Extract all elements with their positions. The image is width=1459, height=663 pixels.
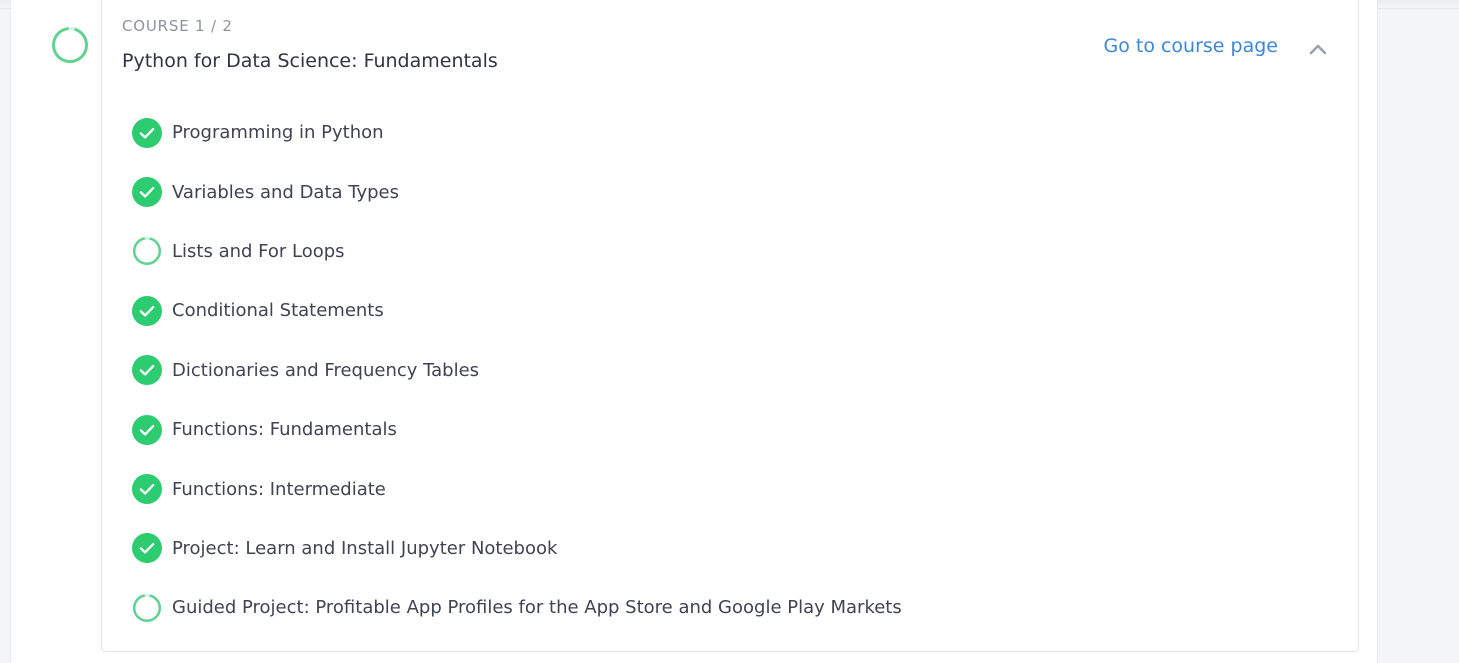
lesson-item[interactable]: Lists and For Loops <box>132 222 902 281</box>
lesson-title: Programming in Python <box>172 122 384 144</box>
lesson-item[interactable]: Functions: Fundamentals <box>132 400 902 459</box>
lesson-item[interactable]: Conditional Statements <box>132 281 902 340</box>
check-circle-icon <box>132 355 162 386</box>
lesson-title: Guided Project: Profitable App Profiles … <box>172 597 902 619</box>
check-circle-icon <box>132 533 162 564</box>
check-circle-icon <box>132 117 162 148</box>
lesson-title: Lists and For Loops <box>172 240 345 262</box>
course-title: Python for Data Science: Fundamentals <box>122 50 498 72</box>
check-circle-icon <box>132 414 162 445</box>
lesson-list: Programming in Python Variables and Data … <box>132 103 902 638</box>
lesson-item[interactable]: Programming in Python <box>132 103 902 162</box>
check-circle-icon <box>132 295 162 326</box>
lesson-title: Functions: Intermediate <box>172 478 386 500</box>
lesson-item[interactable]: Dictionaries and Frequency Tables <box>132 341 902 400</box>
course-number-label: COURSE 1 / 2 <box>122 17 233 35</box>
course-list-page: COURSE 1 / 2 Python for Data Science: Fu… <box>10 0 1378 663</box>
check-circle-icon <box>132 474 162 505</box>
lesson-title: Functions: Fundamentals <box>172 419 397 441</box>
lesson-title: Variables and Data Types <box>172 181 399 203</box>
lesson-item[interactable]: Variables and Data Types <box>132 162 902 221</box>
lesson-item[interactable]: Functions: Intermediate <box>132 459 902 518</box>
lesson-item[interactable]: Guided Project: Profitable App Profiles … <box>132 578 902 637</box>
go-to-course-page-link[interactable]: Go to course page <box>1103 35 1278 57</box>
lesson-title: Dictionaries and Frequency Tables <box>172 359 480 381</box>
course-card: COURSE 1 / 2 Python for Data Science: Fu… <box>101 0 1359 652</box>
course-progress-icon <box>52 27 88 63</box>
progress-ring-icon <box>132 236 162 266</box>
lesson-item[interactable]: Project: Learn and Install Jupyter Noteb… <box>132 519 902 578</box>
lesson-title: Project: Learn and Install Jupyter Noteb… <box>172 537 558 559</box>
lesson-title: Conditional Statements <box>172 300 384 322</box>
check-circle-icon <box>132 177 162 208</box>
chevron-up-icon[interactable] <box>1307 38 1329 60</box>
progress-ring-icon <box>132 593 162 623</box>
